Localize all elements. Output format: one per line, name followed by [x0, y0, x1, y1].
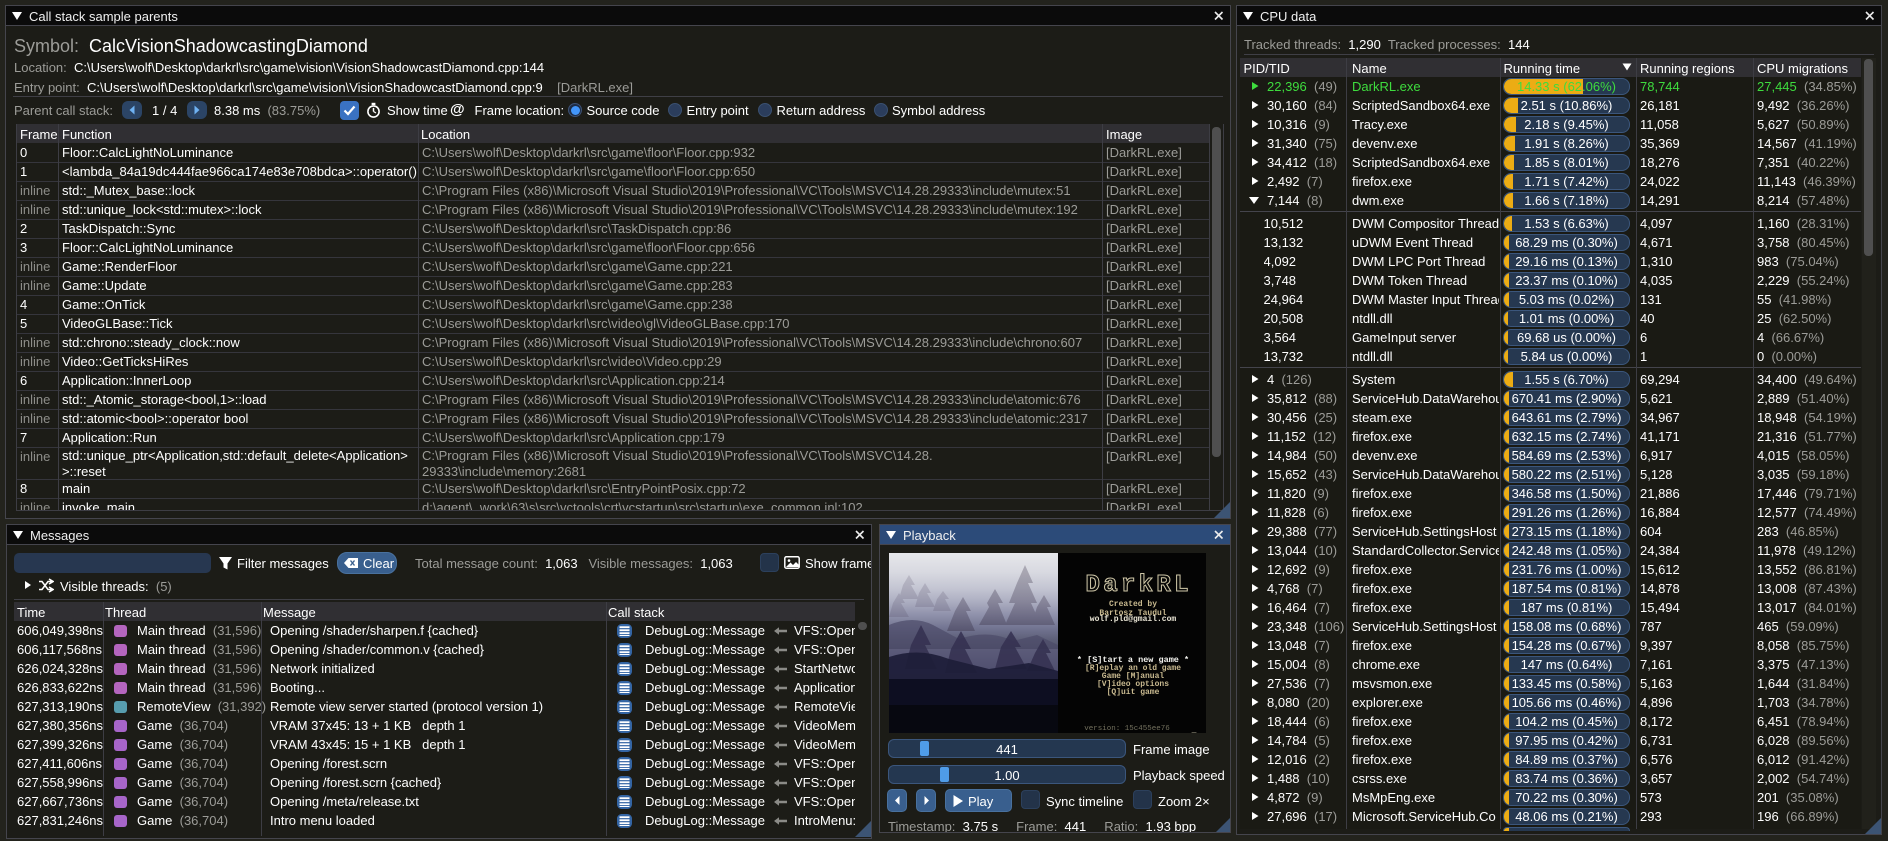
svg-text:Created by: Created by [1109, 600, 1157, 609]
svg-text:[Q]uit game: [Q]uit game [1107, 688, 1160, 697]
svg-text:wolf.pld@gmail.com: wolf.pld@gmail.com [1090, 615, 1177, 624]
svg-text:version: 15c455ee76: version: 15c455ee76 [1084, 725, 1170, 733]
svg-text:_: _ [1191, 726, 1197, 733]
